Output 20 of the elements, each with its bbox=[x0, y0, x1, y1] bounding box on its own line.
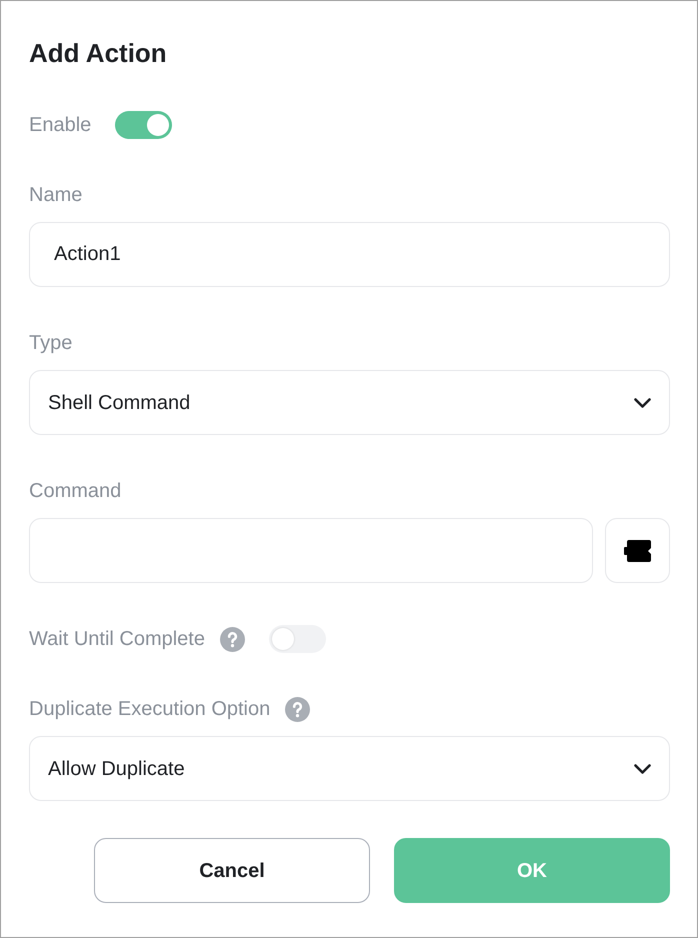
select-dropdown[interactable]: Shell Command bbox=[29, 370, 670, 435]
toggle-switch[interactable] bbox=[115, 111, 172, 139]
chevron-down-icon bbox=[634, 764, 651, 774]
puzzle-piece-icon bbox=[624, 540, 651, 562]
toggle-switch[interactable] bbox=[268, 625, 326, 653]
field-label: Wait Until Complete bbox=[29, 627, 205, 652]
field-label: Name bbox=[29, 183, 82, 208]
select-dropdown[interactable]: Allow Duplicate bbox=[29, 736, 670, 801]
help-icon[interactable] bbox=[220, 626, 245, 652]
chevron-down-icon bbox=[634, 398, 651, 408]
field-label: Type bbox=[29, 331, 72, 356]
field-label: Enable bbox=[29, 113, 92, 138]
help-icon[interactable] bbox=[285, 696, 310, 722]
puzzle-button[interactable] bbox=[605, 518, 670, 583]
field-label: Command bbox=[29, 479, 122, 504]
cancel-button[interactable]: Cancel bbox=[94, 838, 370, 903]
field-label: Duplicate Execution Option bbox=[29, 697, 270, 722]
dialog-title: Add Action bbox=[29, 37, 167, 69]
text-field[interactable] bbox=[29, 518, 593, 583]
text-field[interactable]: Action1 bbox=[29, 222, 670, 287]
